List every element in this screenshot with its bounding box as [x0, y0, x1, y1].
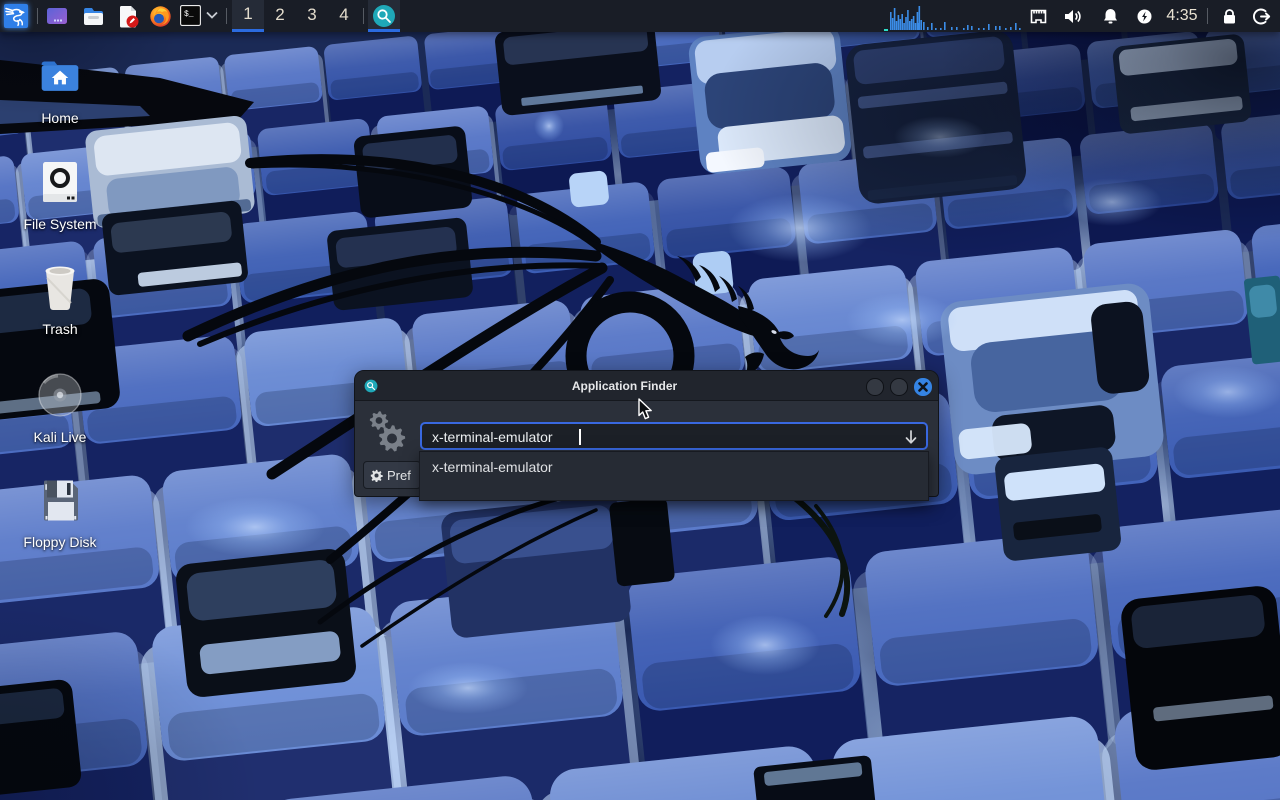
- svg-text:$_: $_: [184, 10, 194, 19]
